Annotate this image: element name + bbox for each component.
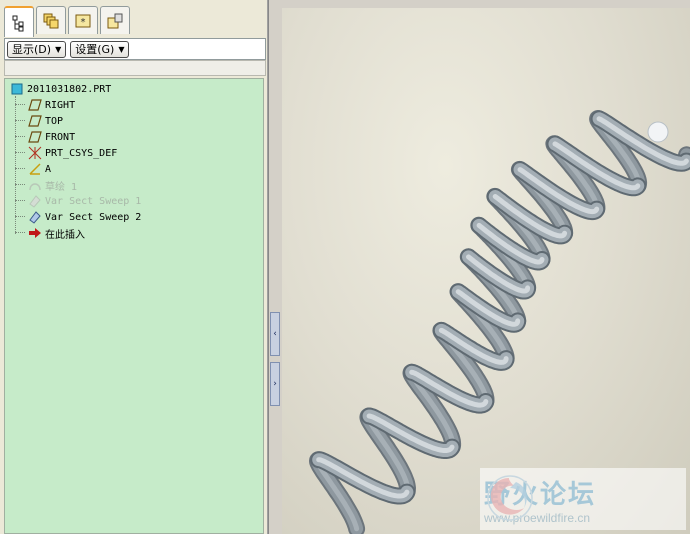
- model-tree-panel: * 显示(D) ▼ 设置(G) ▼ 2011031802.PRT RIGHT T…: [0, 0, 268, 534]
- tree-item-label: FRONT: [45, 131, 76, 143]
- tools-icon: [107, 13, 123, 28]
- tree-item-label: A: [45, 163, 52, 175]
- tree-toolbar: 显示(D) ▼ 设置(G) ▼: [4, 38, 266, 60]
- sweep-icon: [27, 194, 43, 208]
- model-tree-icon: [12, 15, 24, 31]
- tree-item-axis[interactable]: A: [27, 161, 51, 177]
- chevron-down-icon: ▼: [55, 44, 62, 54]
- tree-connector: [15, 168, 25, 169]
- tab-tools[interactable]: [100, 6, 130, 34]
- tab-layers[interactable]: [36, 6, 66, 34]
- tree-item-label: RIGHT: [45, 99, 76, 111]
- settings-dropdown-label: 设置(G): [75, 43, 115, 56]
- spring-model: [309, 110, 690, 534]
- tree-root-label: 2011031802.PRT: [27, 83, 112, 95]
- insert-arrow-icon: [27, 226, 43, 240]
- model-tree: 2011031802.PRT RIGHT TOP FRONT PRT_CSYS_…: [4, 78, 264, 534]
- datum-plane-icon: [27, 98, 43, 112]
- tree-item-sweep-2[interactable]: Var Sect Sweep 2: [27, 209, 141, 225]
- sweep-icon: [27, 210, 43, 224]
- tree-connector: [15, 200, 25, 201]
- chevron-down-icon: ▼: [118, 44, 125, 54]
- collapse-panel-button[interactable]: ‹: [270, 312, 280, 356]
- tree-item-sweep-1[interactable]: Var Sect Sweep 1: [27, 193, 141, 209]
- tree-connector: [15, 104, 25, 105]
- sketch-icon: [27, 178, 43, 192]
- tree-connector: [15, 96, 16, 234]
- datum-plane-icon: [27, 114, 43, 128]
- graphics-viewport[interactable]: 野火论坛 www.proewildfire.cn: [282, 8, 690, 534]
- show-dropdown[interactable]: 显示(D) ▼: [7, 40, 67, 58]
- tree-connector: [15, 184, 25, 185]
- tree-item-front[interactable]: FRONT: [27, 129, 75, 145]
- expand-panel-button[interactable]: ›: [270, 362, 280, 406]
- tab-model-tree[interactable]: [4, 6, 34, 37]
- navigator-tab-bar: *: [4, 6, 130, 37]
- panel-splitter[interactable]: ‹ ›: [268, 0, 282, 534]
- tree-connector: [15, 216, 25, 217]
- tree-item-label: 草绘 1: [45, 181, 78, 193]
- tree-item-label: 在此插入: [45, 229, 85, 241]
- coordinate-system-icon: [27, 146, 43, 160]
- layers-icon: [43, 13, 59, 28]
- favorites-icon: *: [75, 14, 91, 28]
- tree-connector: [15, 232, 25, 233]
- tree-item-right[interactable]: RIGHT: [27, 97, 75, 113]
- tab-favorites[interactable]: *: [68, 6, 98, 34]
- datum-axis-icon: [27, 162, 43, 176]
- svg-text:*: *: [81, 17, 86, 28]
- part-icon: [9, 82, 25, 96]
- tree-connector: [15, 120, 25, 121]
- settings-dropdown[interactable]: 设置(G) ▼: [70, 40, 130, 58]
- forum-logo-icon: [487, 475, 533, 521]
- chevron-right-icon: ›: [273, 379, 277, 389]
- chevron-left-icon: ‹: [273, 329, 277, 339]
- tree-item-sketch[interactable]: 草绘 1: [27, 177, 77, 193]
- tree-connector: [15, 136, 25, 137]
- spring-end-cap: [647, 121, 669, 143]
- tree-item-label: Var Sect Sweep 1: [45, 195, 142, 207]
- tree-column-header: [4, 60, 266, 76]
- tree-connector: [15, 152, 25, 153]
- forum-watermark: 野火论坛 www.proewildfire.cn: [480, 468, 686, 530]
- tree-item-label: Var Sect Sweep 2: [45, 211, 142, 223]
- tree-item-insert-here[interactable]: 在此插入: [27, 225, 85, 241]
- tree-item-label: TOP: [45, 115, 64, 127]
- show-dropdown-label: 显示(D): [12, 43, 52, 56]
- datum-plane-icon: [27, 130, 43, 144]
- tree-root[interactable]: 2011031802.PRT: [9, 81, 111, 97]
- tree-item-top[interactable]: TOP: [27, 113, 63, 129]
- tree-item-csys[interactable]: PRT_CSYS_DEF: [27, 145, 117, 161]
- tree-item-label: PRT_CSYS_DEF: [45, 147, 118, 159]
